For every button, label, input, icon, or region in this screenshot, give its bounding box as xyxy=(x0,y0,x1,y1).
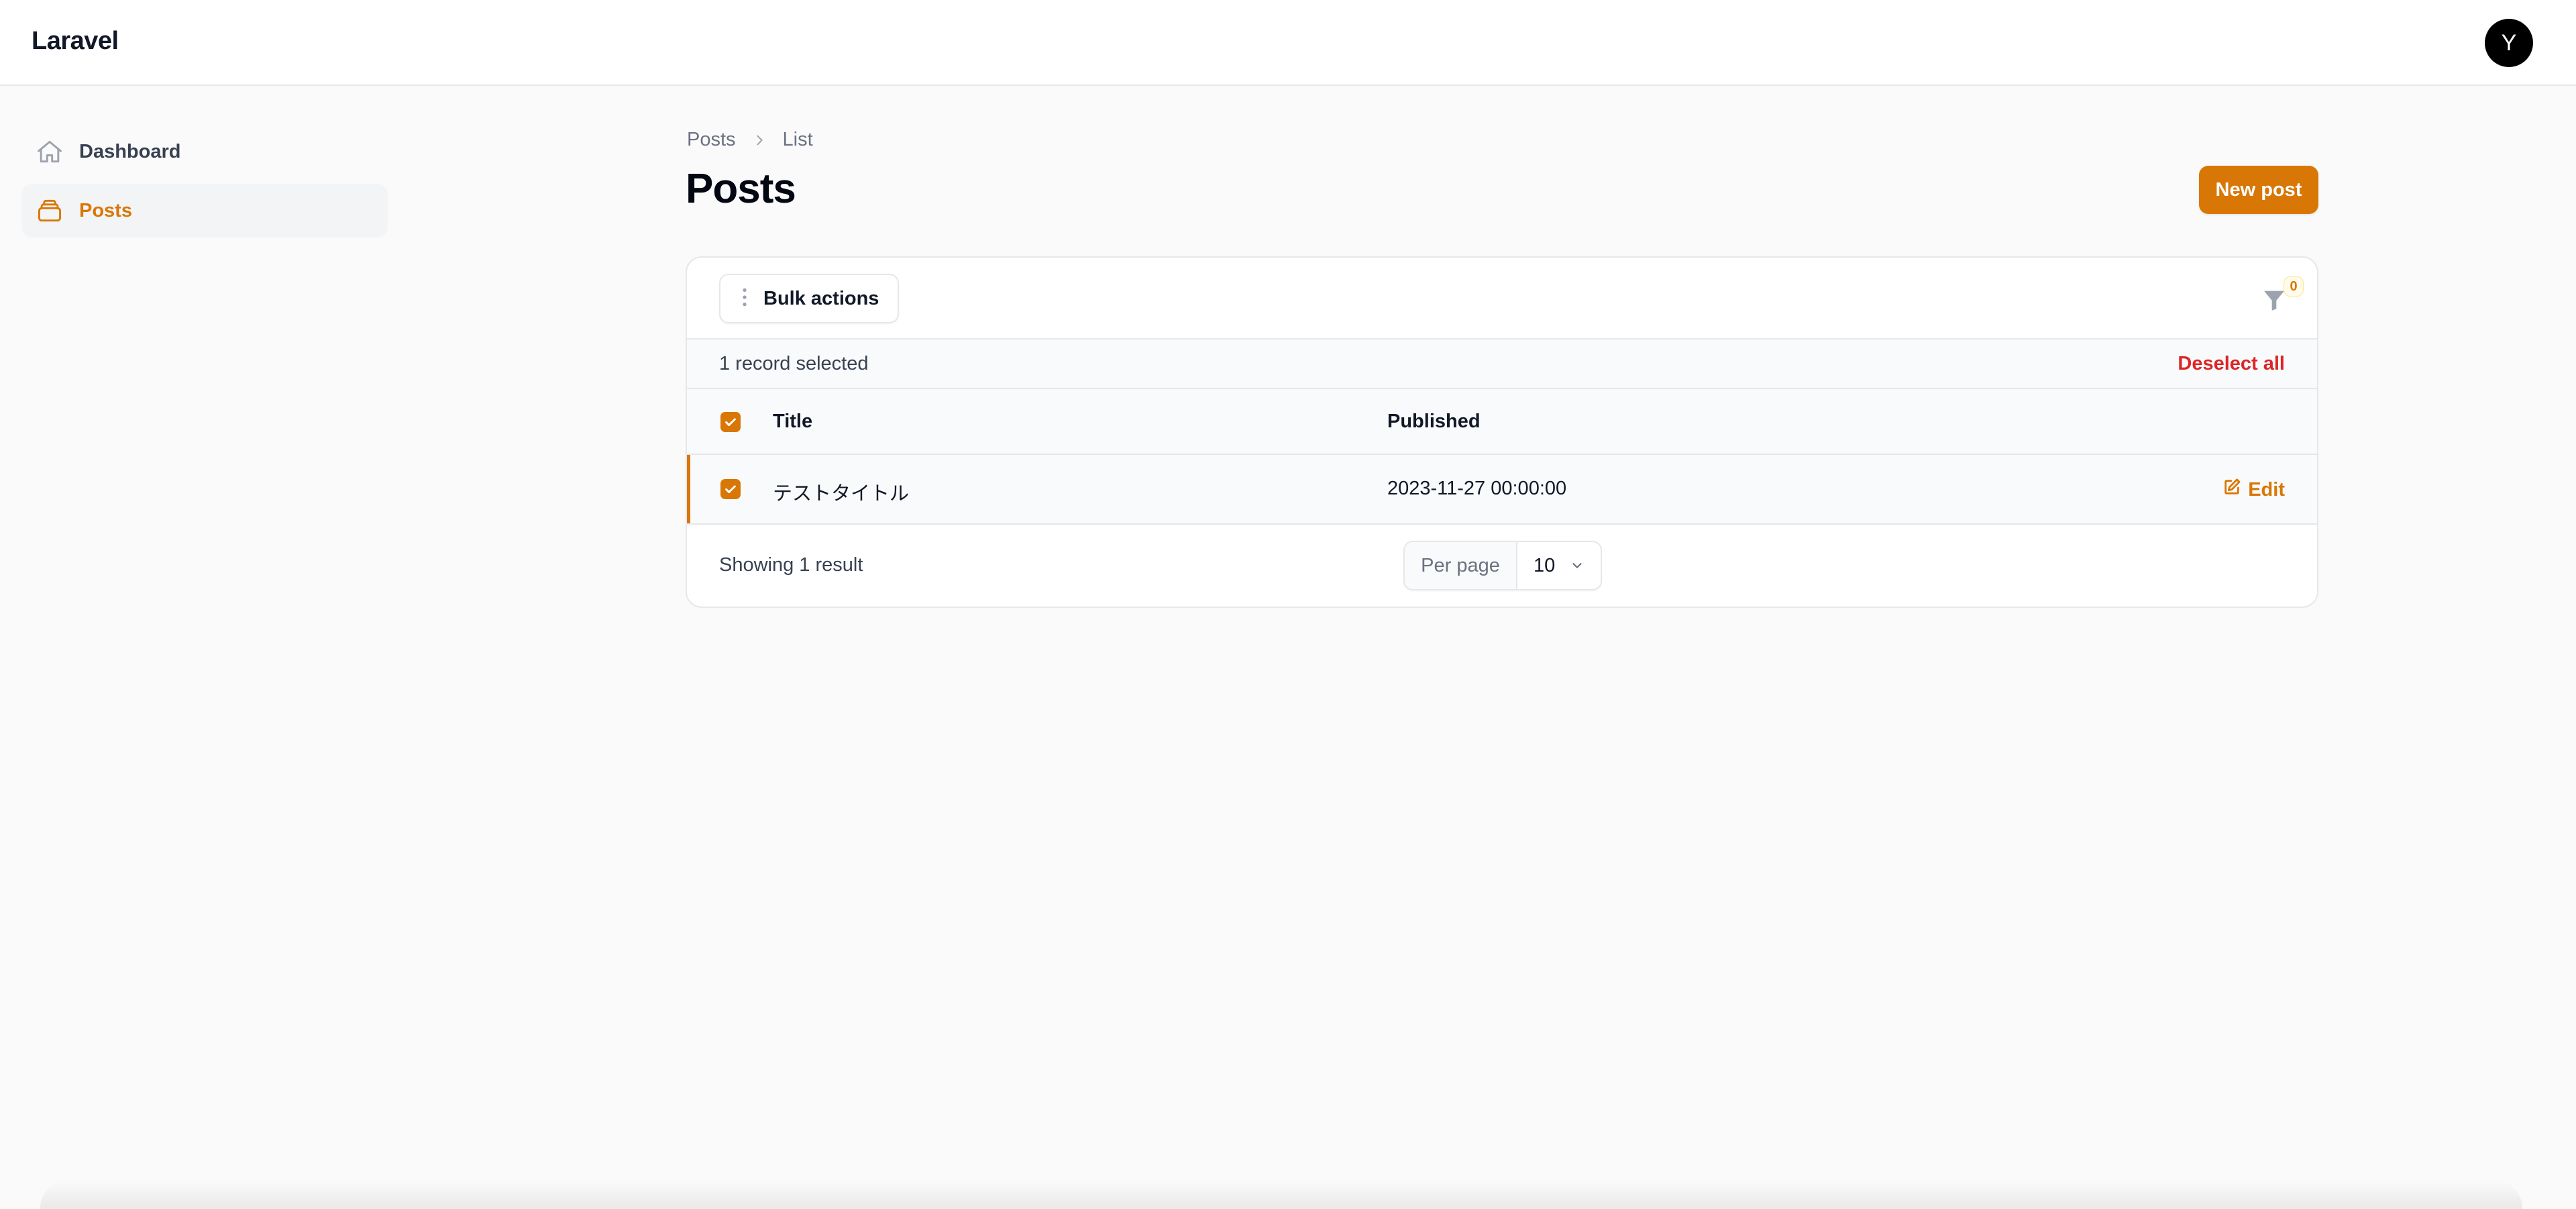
breadcrumb-item-list: List xyxy=(782,129,813,150)
row-title-cell: テストタイトル xyxy=(773,483,910,505)
window-bottom-shadow xyxy=(40,1181,2522,1209)
more-vertical-icon xyxy=(741,286,749,311)
table-footer: Showing 1 result Per page 10 xyxy=(687,525,2317,607)
per-page-label: Per page xyxy=(1405,542,1517,589)
per-page-value: 10 xyxy=(1534,554,1556,576)
row-published-cell: 2023-11-27 00:00:00 xyxy=(1387,478,1567,499)
per-page-control: Per page 10 xyxy=(1403,541,1602,590)
deselect-all-button[interactable]: Deselect all xyxy=(2178,353,2285,375)
edit-icon xyxy=(2222,478,2241,502)
column-header-title[interactable]: Title xyxy=(773,411,812,433)
selection-bar: 1 record selected Deselect all xyxy=(687,339,2317,389)
row-checkbox[interactable] xyxy=(720,479,741,499)
edit-row-button[interactable]: Edit xyxy=(2222,478,2285,502)
filter-count-badge: 0 xyxy=(2284,276,2304,297)
results-summary: Showing 1 result xyxy=(719,554,863,576)
selected-row-indicator xyxy=(687,455,690,523)
bulk-actions-button[interactable]: Bulk actions xyxy=(719,274,899,323)
chevron-right-icon xyxy=(752,133,767,148)
check-icon xyxy=(725,418,736,427)
page-title: Posts xyxy=(686,166,796,212)
new-post-button[interactable]: New post xyxy=(2199,166,2318,214)
bulk-actions-label: Bulk actions xyxy=(763,287,879,309)
sidebar-item-label: Dashboard xyxy=(79,140,181,162)
table-header: Title Published xyxy=(687,389,2317,455)
breadcrumb: Posts List xyxy=(687,129,813,151)
sidebar: Dashboard Posts xyxy=(21,125,388,243)
top-navbar: Laravel Y xyxy=(0,0,2576,86)
stack-icon xyxy=(34,195,66,227)
chevron-down-icon xyxy=(1570,558,1585,573)
sidebar-item-posts[interactable]: Posts xyxy=(21,184,388,238)
breadcrumb-item-posts[interactable]: Posts xyxy=(687,129,736,151)
per-page-select[interactable]: 10 xyxy=(1517,542,1601,589)
posts-table-card: Bulk actions 0 1 record selected Deselec… xyxy=(686,256,2318,608)
user-avatar[interactable]: Y xyxy=(2485,19,2533,67)
home-icon xyxy=(34,136,66,168)
table-toolbar: Bulk actions 0 xyxy=(687,258,2317,339)
table-row[interactable]: テストタイトル 2023-11-27 00:00:00 Edit xyxy=(687,455,2317,525)
sidebar-item-label: Posts xyxy=(79,199,132,221)
select-all-checkbox[interactable] xyxy=(720,412,741,432)
check-icon xyxy=(725,485,736,494)
sidebar-item-dashboard[interactable]: Dashboard xyxy=(21,125,388,178)
column-header-published[interactable]: Published xyxy=(1387,411,1481,433)
selection-count: 1 record selected xyxy=(719,353,869,374)
edit-label: Edit xyxy=(2248,478,2285,501)
filter-button[interactable]: 0 xyxy=(2261,276,2308,317)
brand-logo[interactable]: Laravel xyxy=(32,27,119,56)
